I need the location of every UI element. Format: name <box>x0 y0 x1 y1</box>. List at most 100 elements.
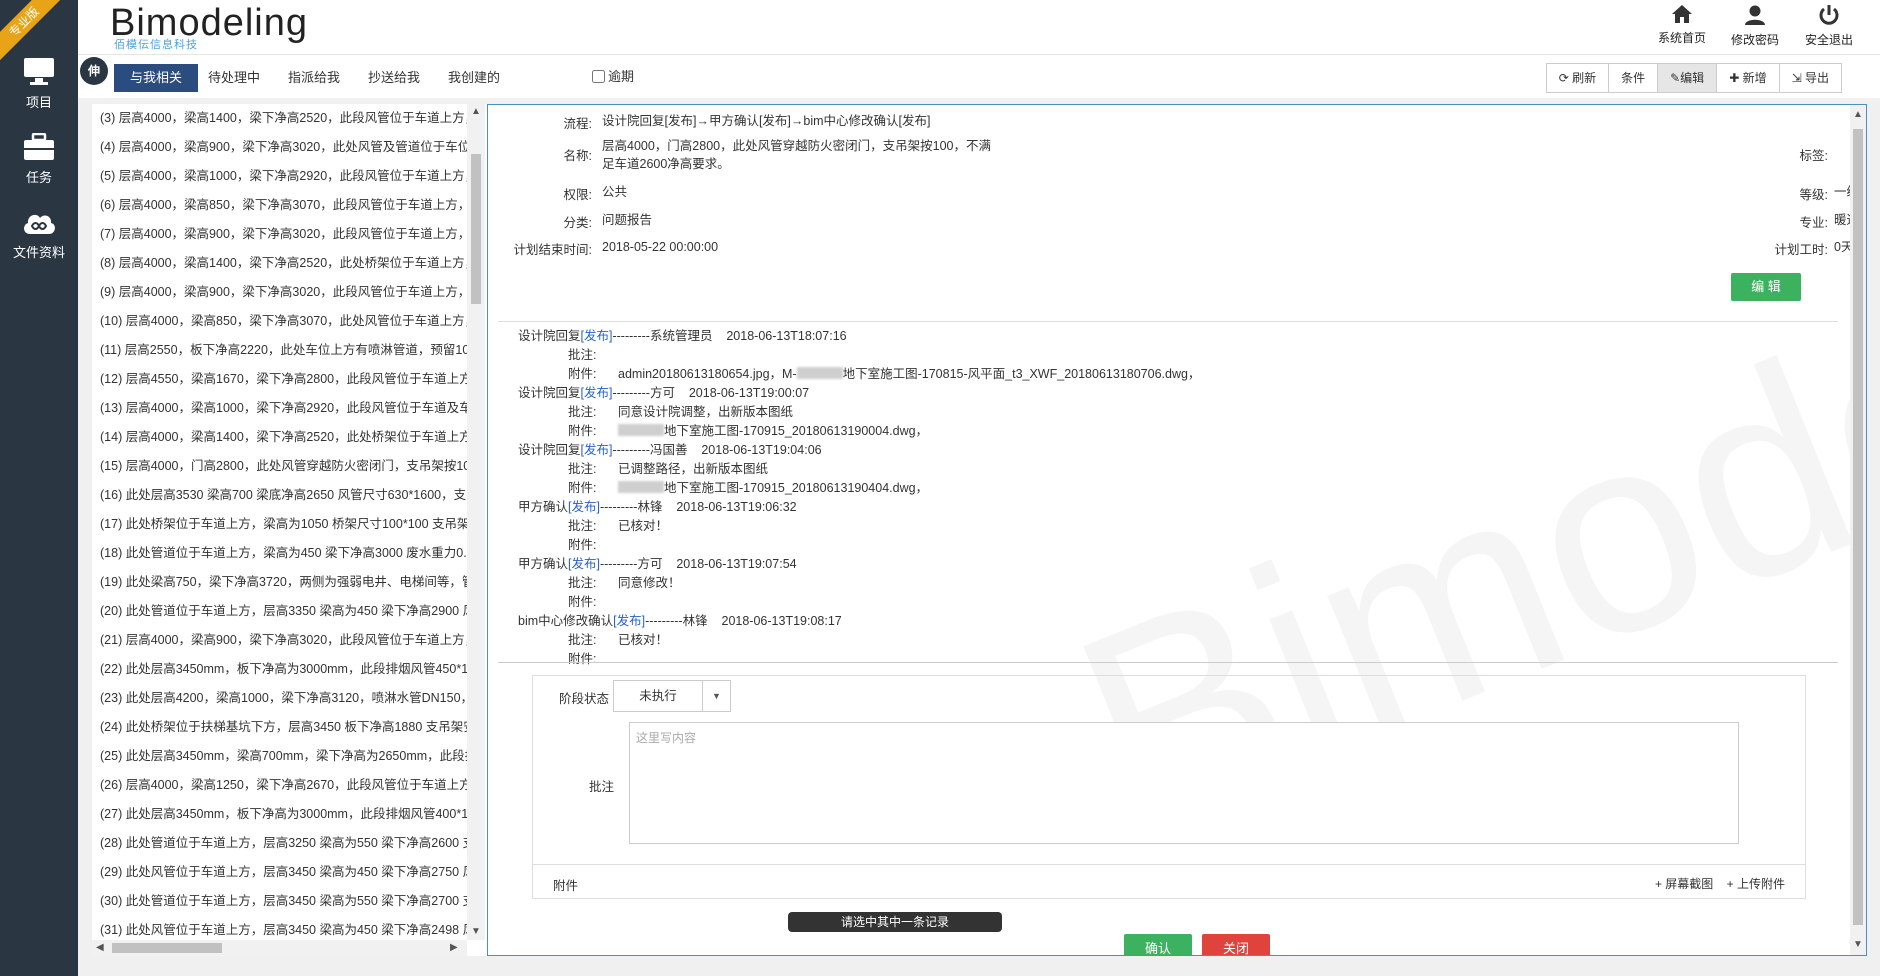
scroll-up-icon[interactable]: ▲ <box>1853 109 1863 120</box>
log-attach-row: 附件: <box>518 593 1838 612</box>
scrollbar-thumb[interactable] <box>1853 129 1863 925</box>
list-item[interactable]: (26) 层高4000，梁高1250，梁下净高2670，此段风管位于车道上方， <box>92 771 467 800</box>
list-item[interactable]: (14) 层高4000，梁高1400，梁下净高2520，此处桥架位于车道上方， <box>92 423 467 452</box>
tab-related-to-me[interactable]: 与我相关 <box>114 64 199 92</box>
log-attachment[interactable]: 地下室施工图-170915_20180613190404.dwg， <box>664 481 928 495</box>
logout-button[interactable]: 安全退出 <box>1799 4 1859 48</box>
refresh-button[interactable]: ⟳ 刷新 <box>1547 64 1608 92</box>
upload-attachment-link[interactable]: + 上传附件 <box>1727 877 1785 891</box>
toast-message: 请选中其中一条记录 <box>788 912 1002 932</box>
log-note: 已调整路径，出新版本图纸 <box>618 462 769 476</box>
list-item[interactable]: (6) 层高4000，梁高850，梁下净高3070，此段风管位于车道上方，支 <box>92 191 467 220</box>
list-item[interactable]: (15) 层高4000，门高2800，此处风管穿越防火密闭门，支吊架按100 <box>92 452 467 481</box>
list-item[interactable]: (19) 此处梁高750，梁下净高3720，两侧为强弱电井、电梯间等，管道 <box>92 568 467 597</box>
list-item[interactable]: (7) 层高4000，梁高900，梁下净高3020，此段风管位于车道上方，支 <box>92 220 467 249</box>
log-publish-link[interactable]: [发布] <box>581 329 613 343</box>
list-horizontal-scrollbar[interactable]: ◀ ▶ <box>92 940 467 956</box>
add-button[interactable]: ✚ 新增 <box>1716 64 1778 92</box>
scroll-right-icon[interactable]: ▶ <box>450 942 458 953</box>
log-user: 林锋 <box>682 614 708 628</box>
list-item[interactable]: (20) 此处管道位于车道上方，层高3350 梁高为450 梁下净高2900 风… <box>92 597 467 626</box>
logout-label: 安全退出 <box>1804 33 1853 47</box>
scroll-down-icon[interactable]: ▼ <box>471 926 481 937</box>
scroll-left-icon[interactable]: ◀ <box>96 942 104 953</box>
log-entry: bim中心修改确认[发布]---------林锋 2018-06-13T19:0… <box>518 612 1838 669</box>
close-button[interactable]: 关闭 <box>1202 934 1270 955</box>
attachment-actions: + 屏幕截图 + 上传附件 <box>1645 875 1785 892</box>
scrollbar-thumb[interactable] <box>112 943 222 953</box>
list-item[interactable]: (18) 此处管道位于车道上方，梁高为450 梁下净高3000 废水重力0.7% <box>92 539 467 568</box>
edit-button[interactable]: 编 辑 <box>1731 273 1801 301</box>
list-vertical-scrollbar[interactable]: ▲ ▼ <box>467 104 485 940</box>
list-item[interactable]: (30) 此处管道位于车道上方，层高3450 梁高为550 梁下净高2700 支… <box>92 887 467 916</box>
list-item[interactable]: (11) 层高2550，板下净高2220，此处车位上方有喷淋管道，预留100 <box>92 336 467 365</box>
list-item[interactable]: (4) 层高4000，梁高900，梁下净高3020，此处风管及管道位于车位上 <box>92 133 467 162</box>
list-item[interactable]: (16) 此处层高3530 梁高700 梁底净高2650 风管尺寸630*160… <box>92 481 467 510</box>
list-item[interactable]: (23) 此处层高4200，梁高1000，梁下净高3120，喷淋水管DN150， <box>92 684 467 713</box>
tab-created-by-me[interactable]: 我创建的 <box>432 64 516 92</box>
overdue-checkbox[interactable] <box>592 70 605 83</box>
log-note-label: 批注: <box>568 633 597 647</box>
list-item[interactable]: (17) 此处桥架位于车道上方，梁高为1050 桥架尺寸100*100 支吊架安 <box>92 510 467 539</box>
log-note-row: 批注: 同意修改！ <box>518 574 1838 593</box>
log-publish-link[interactable]: [发布] <box>581 386 613 400</box>
list-item[interactable]: (3) 层高4000，梁高1400，梁下净高2520，此段风管位于车道上方， <box>92 104 467 133</box>
scrollbar-thumb[interactable] <box>471 154 481 304</box>
list-item[interactable]: (13) 层高4000，梁高1000，梁下净高2920，此段风管位于车道及车位 <box>92 394 467 423</box>
log-attach-label: 附件: <box>568 652 597 666</box>
process-form: 阶段状态 未执行 ▼ 批注 <box>532 675 1806 865</box>
list-item[interactable]: (10) 层高4000，梁高850，梁下净高3070，此处风管位于车道上方， <box>92 307 467 336</box>
filter-button[interactable]: 条件 <box>1608 64 1657 92</box>
list-item[interactable]: (25) 此处层高3450mm，梁高700mm，梁下净高为2650mm，此段排 <box>92 742 467 771</box>
list-item[interactable]: (27) 此处层高3450mm，板下净高为3000mm，此段排烟风管400*10 <box>92 800 467 829</box>
log-publish-link[interactable]: [发布] <box>613 614 645 628</box>
major-label: 专业: <box>1799 216 1828 230</box>
log-publish-link[interactable]: [发布] <box>581 443 613 457</box>
overdue-label: 逾期 <box>608 69 635 84</box>
note-input[interactable] <box>629 722 1739 844</box>
collapse-toggle-button[interactable]: 伸 <box>80 57 108 85</box>
sidebar-item-files[interactable]: 文件资料 <box>0 208 78 261</box>
log-attachment[interactable]: 地下室施工图-170915_20180613190004.dwg， <box>664 424 928 438</box>
log-time: 2018-06-13T19:04:06 <box>701 443 822 457</box>
home-button[interactable]: 系统首页 <box>1652 4 1712 46</box>
scroll-down-icon[interactable]: ▼ <box>1853 939 1863 950</box>
edit-toolbar-button[interactable]: ✎编辑 <box>1657 64 1717 92</box>
log-attachment[interactable]: 地下室施工图-170815-风平面_t3_XWF_20180613180706.… <box>843 367 1201 381</box>
log-publish-link[interactable]: [发布] <box>568 557 600 571</box>
log-step: 甲方确认 <box>518 557 569 571</box>
export-button[interactable]: ⇲ 导出 <box>1778 64 1841 92</box>
edit-icon: ✎ <box>1670 71 1681 85</box>
log-publish-link[interactable]: [发布] <box>568 500 600 514</box>
tab-cc-to-me[interactable]: 抄送给我 <box>352 64 436 92</box>
overdue-filter[interactable]: 逾期 <box>592 66 634 85</box>
tab-assigned-to-me[interactable]: 指派给我 <box>272 64 356 92</box>
screenshot-link[interactable]: + 屏幕截图 <box>1655 877 1713 891</box>
status-select[interactable]: 未执行 ▼ <box>613 680 731 712</box>
log-entry: 甲方确认[发布]---------方可 2018-06-13T19:07:54 批… <box>518 555 1838 612</box>
note-label: 批注 <box>589 780 615 794</box>
log-header: 甲方确认[发布]---------方可 2018-06-13T19:07:54 <box>518 555 1838 574</box>
list-item[interactable]: (9) 层高4000，梁高900，梁下净高3020，此段风管位于车道上方，支 <box>92 278 467 307</box>
log-attachment-prefix[interactable]: admin20180613180654.jpg，M- <box>618 367 797 381</box>
change-password-button[interactable]: 修改密码 <box>1725 4 1785 48</box>
detail-vertical-scrollbar[interactable]: ▲ ▼ <box>1850 105 1866 955</box>
sidebar-item-task[interactable]: 任务 <box>0 133 78 186</box>
list-item[interactable]: (21) 层高4000，梁高900，梁下净高3020，此段风管位于车道上方，支 <box>92 626 467 655</box>
list-item[interactable]: (29) 此处风管位于车道上方，层高3450 梁高为450 梁下净高2750 风… <box>92 858 467 887</box>
list-item[interactable]: (22) 此处层高3450mm，板下净高为3000mm，此段排烟风管450*10 <box>92 655 467 684</box>
log-note-row: 批注: 已核对！ <box>518 517 1838 536</box>
sidebar-item-project[interactable]: 项目 <box>0 56 78 111</box>
list-item[interactable]: (8) 层高4000，梁高1400，梁下净高2520，此处桥架位于车道上方， <box>92 249 467 278</box>
scroll-up-icon[interactable]: ▲ <box>471 106 481 117</box>
log-header: 甲方确认[发布]---------林锋 2018-06-13T19:06:32 <box>518 498 1838 517</box>
status-label: 阶段状态 <box>559 692 610 706</box>
list-item[interactable]: (5) 层高4000，梁高1000，梁下净高2920，此段风管位于车道上方， <box>92 162 467 191</box>
list-item[interactable]: (28) 此处管道位于车道上方，层高3250 梁高为550 梁下净高2600 支… <box>92 829 467 858</box>
confirm-button[interactable]: 确认 <box>1124 934 1192 955</box>
log-user: 系统管理员 <box>649 329 713 343</box>
list-item[interactable]: (24) 此处桥架位于扶梯基坑下方，层高3450 板下净高1880 支吊架安装 <box>92 713 467 742</box>
tab-pending[interactable]: 待处理中 <box>192 64 276 92</box>
list-item[interactable]: (12) 层高4550，梁高1670，梁下净高2800，此段风管位于车道上方， <box>92 365 467 394</box>
list-item[interactable]: (31) 此处风管位于车道上方，层高3450 梁高为450 梁下净高2498 风… <box>92 916 467 940</box>
